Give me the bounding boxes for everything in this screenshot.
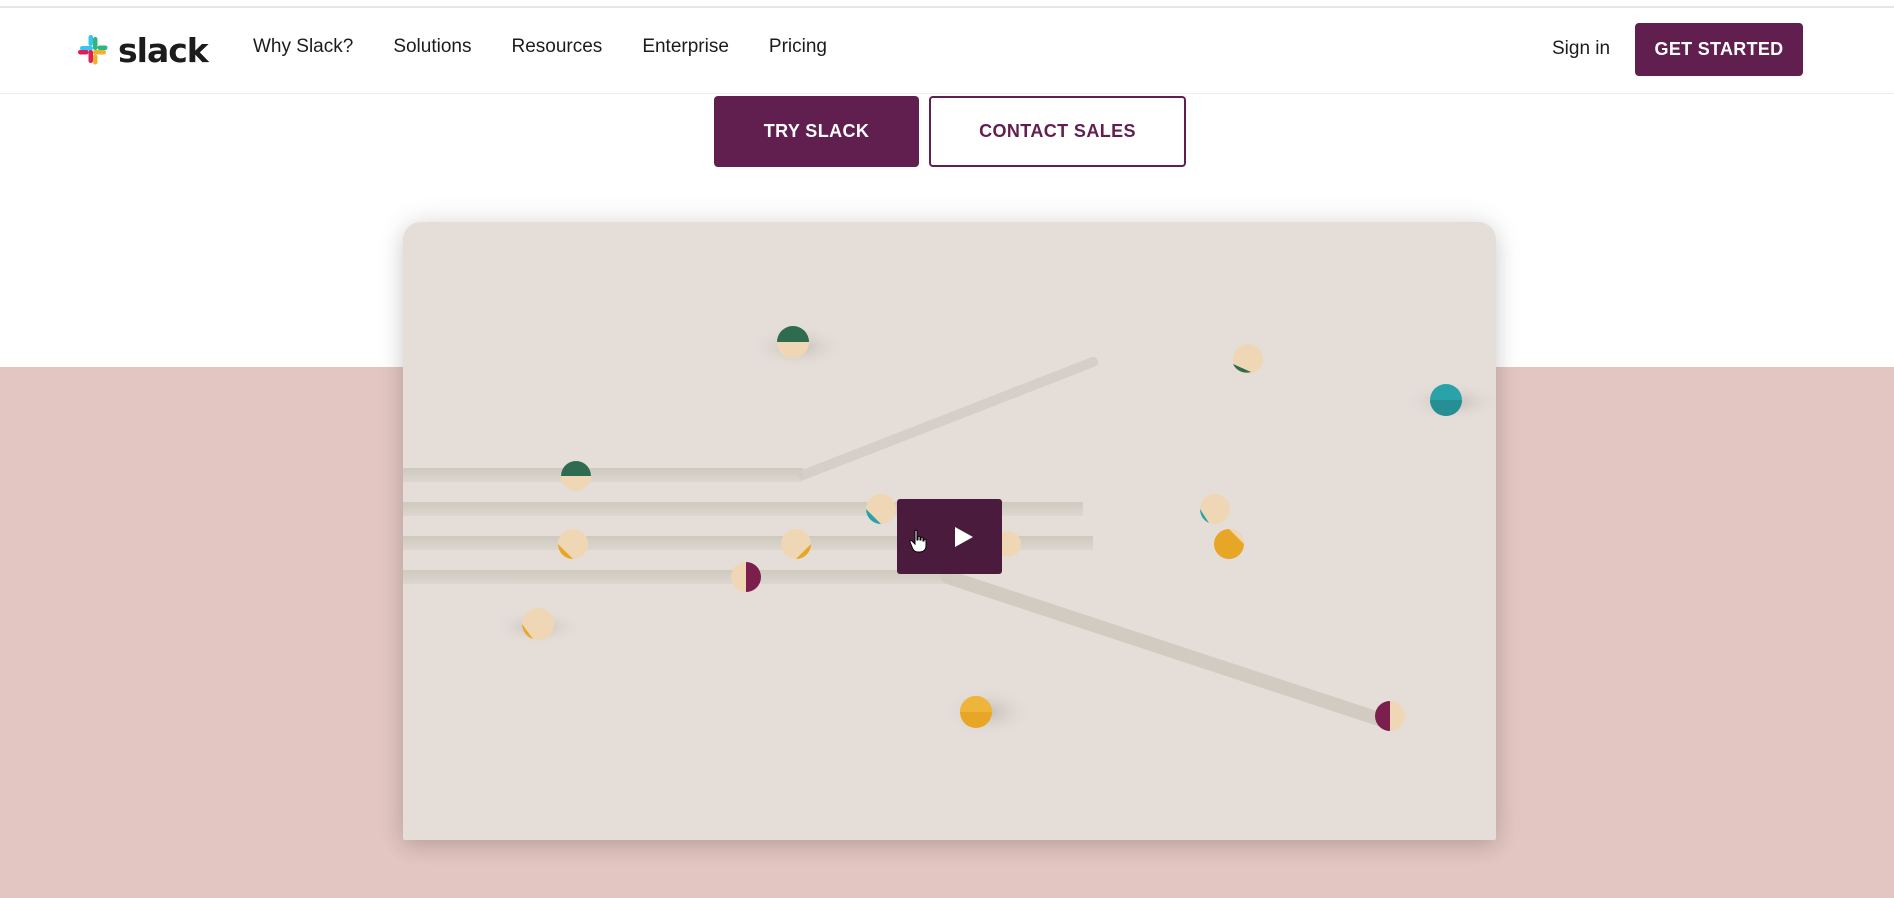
site-header: slack Why Slack? Solutions Resources Ent…: [0, 8, 1894, 94]
main-nav: Why Slack? Solutions Resources Enterpris…: [253, 36, 827, 58]
play-video-button[interactable]: [897, 499, 1002, 574]
video-player[interactable]: [403, 222, 1496, 840]
contact-sales-button[interactable]: CONTACT SALES: [929, 96, 1186, 167]
nav-why-slack[interactable]: Why Slack?: [253, 36, 353, 58]
nav-solutions[interactable]: Solutions: [393, 36, 471, 58]
slack-logo-icon: [78, 35, 108, 65]
nav-pricing[interactable]: Pricing: [769, 36, 827, 58]
nav-resources[interactable]: Resources: [511, 36, 602, 58]
logo-text: slack: [118, 30, 209, 70]
get-started-button[interactable]: GET STARTED: [1635, 23, 1803, 76]
hand-cursor-icon: [909, 529, 927, 553]
nav-enterprise[interactable]: Enterprise: [642, 36, 729, 58]
slack-logo[interactable]: slack: [76, 30, 209, 70]
play-icon: [954, 526, 973, 547]
try-slack-button[interactable]: TRY SLACK: [714, 96, 919, 167]
sign-in-link[interactable]: Sign in: [1552, 38, 1610, 60]
page: slack Why Slack? Solutions Resources Ent…: [0, 0, 1894, 898]
